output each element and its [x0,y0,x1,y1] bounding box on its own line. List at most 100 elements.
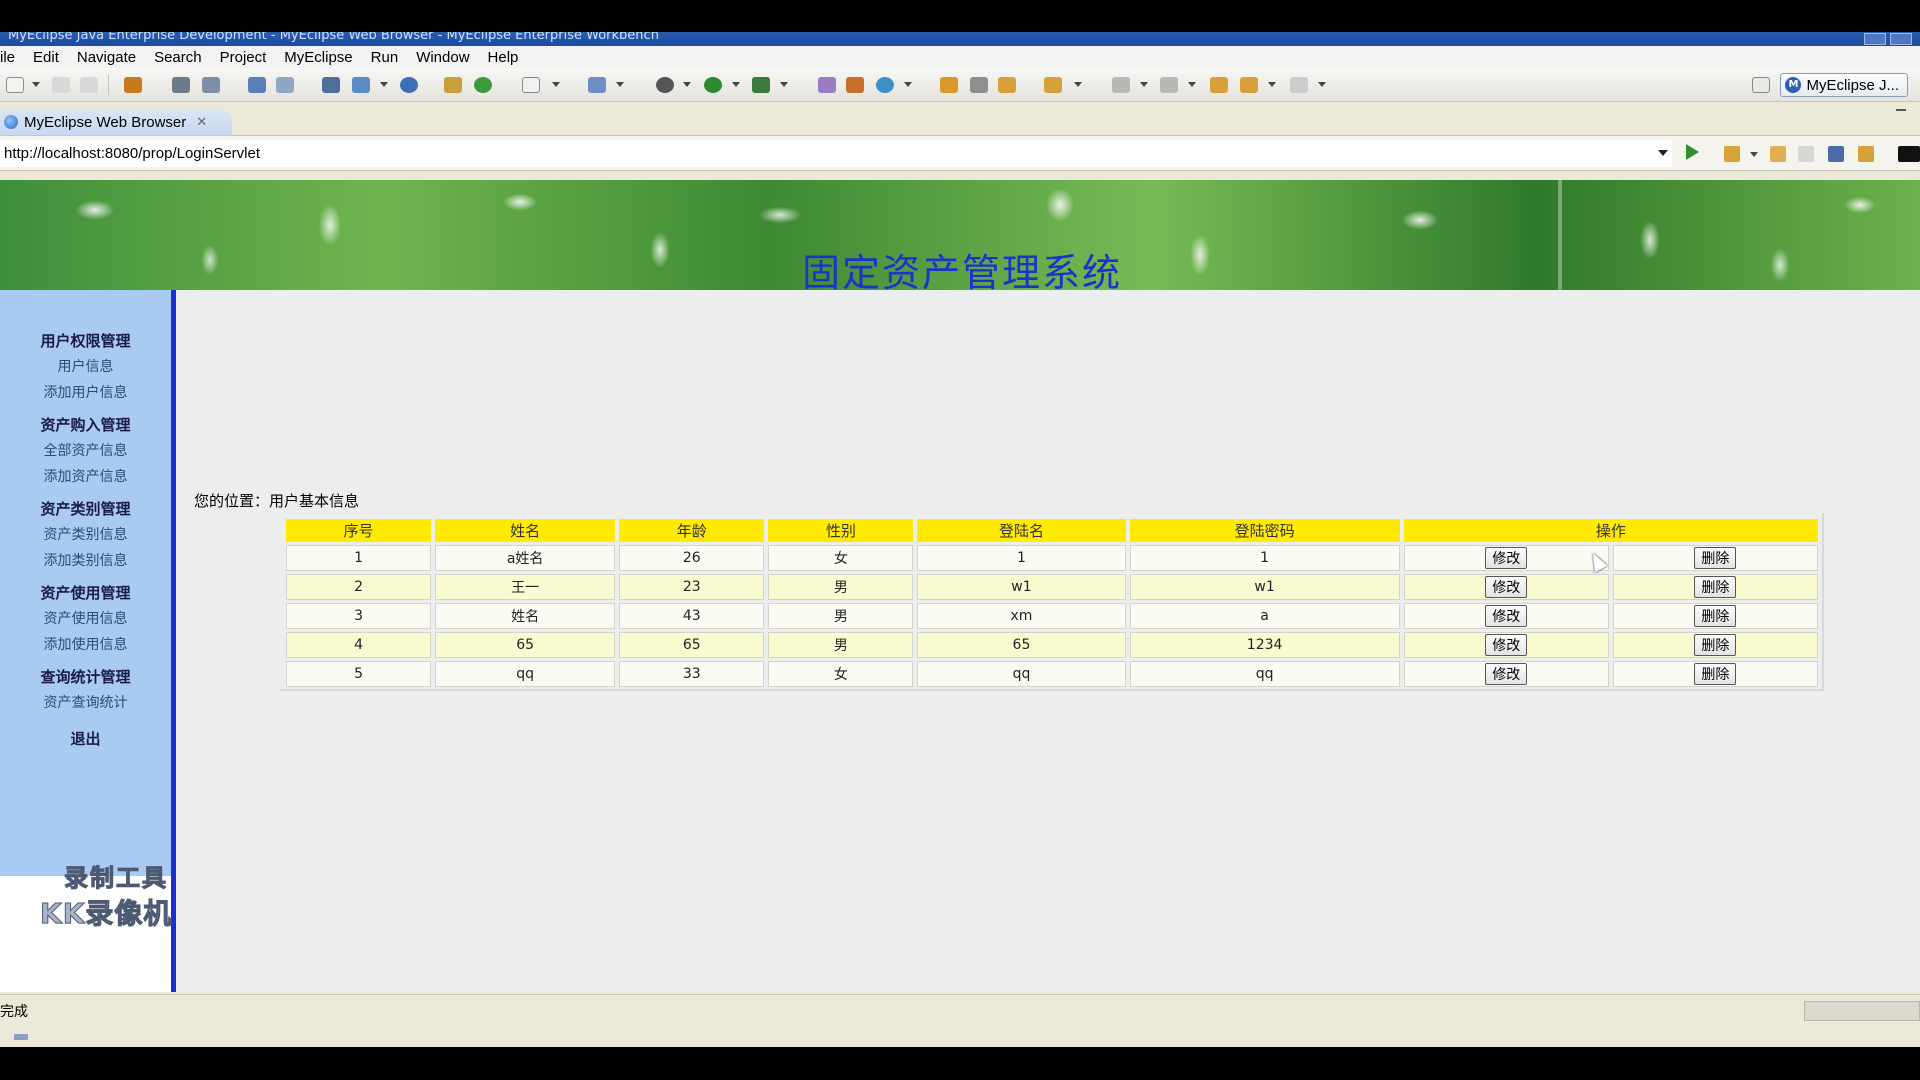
delete-button[interactable]: 删除 [1694,576,1737,598]
go-button[interactable] [1686,144,1699,160]
delete-button[interactable]: 删除 [1694,605,1737,627]
new-dropdown-icon[interactable] [32,82,40,87]
camera-dropdown-icon[interactable] [552,82,560,87]
sidebar-item-all-assets[interactable]: 全部资产信息 [0,440,171,460]
open-resource-icon[interactable] [940,77,958,93]
new-file-icon[interactable] [6,77,24,93]
delete-button[interactable]: 删除 [1694,634,1737,656]
edit-button[interactable]: 修改 [1485,663,1528,685]
prev-annotation-icon[interactable] [1160,77,1178,93]
wizard-search-icon[interactable] [276,77,294,93]
menu-navigate[interactable]: Navigate [68,49,145,66]
cell-name: a姓名 [435,545,616,571]
prev-annotation-dropdown-icon[interactable] [1188,82,1196,87]
menu-edit[interactable]: Edit [24,49,68,66]
external-tools-dropdown-icon[interactable] [780,82,788,87]
fast-view-icon[interactable] [14,1034,28,1040]
back-dropdown-icon[interactable] [1268,82,1276,87]
logout-link[interactable]: 退出 [0,728,171,749]
menu-run[interactable]: Run [362,49,408,66]
watermark-line-1: 录制工具 [64,864,168,893]
forward-icon[interactable] [1290,77,1308,93]
stop-icon[interactable] [1828,146,1844,162]
tab-web-browser[interactable]: MyEclipse Web Browser ✕ [0,109,232,135]
menu-myeclipse[interactable]: MyEclipse [275,49,361,66]
edit-button[interactable]: 修改 [1485,576,1528,598]
back-icon[interactable] [1770,146,1786,162]
sidebar-item-asset-query[interactable]: 资产查询统计 [0,692,171,712]
add-server-icon[interactable] [474,77,492,93]
deploy-icon[interactable] [202,77,220,93]
system-title: 固定资产管理系统 [802,251,1123,290]
delete-button[interactable]: 删除 [1694,663,1737,685]
open-perspective-icon[interactable] [1752,77,1770,93]
class-icon[interactable] [846,77,864,93]
menu-search[interactable]: Search [145,49,211,66]
perspective-button[interactable]: M MyEclipse J... [1780,73,1908,97]
run-icon[interactable] [704,77,722,93]
open-folder-icon[interactable] [444,77,462,93]
print-icon[interactable] [80,77,98,93]
next-annotation-dropdown-icon[interactable] [1140,82,1148,87]
external-tools-icon[interactable] [752,77,770,93]
table-row: 5 qq 33 女 qq qq 修改 删除 [286,661,1818,687]
servers-icon[interactable] [322,77,340,93]
edit-button[interactable]: 修改 [1485,634,1528,656]
minimize-view-icon[interactable] [1896,109,1906,111]
forward-icon[interactable] [1798,146,1814,162]
close-icon[interactable]: ✕ [196,114,207,130]
edit-button[interactable]: 修改 [1485,547,1528,569]
refresh-icon[interactable] [876,77,894,93]
debug-dropdown-icon[interactable] [683,82,691,87]
edit-button[interactable]: 修改 [1485,605,1528,627]
cell-delete: 删除 [1612,661,1818,687]
run-dropdown-icon[interactable] [732,82,740,87]
table-row: 2 王一 23 男 w1 w1 修改 删除 [286,574,1818,600]
sidebar-item-add-asset[interactable]: 添加资产信息 [0,466,171,486]
banner-seam [1558,180,1562,290]
maximize-button[interactable] [1890,33,1912,45]
pencil-icon[interactable] [970,77,988,93]
search-folder-icon[interactable] [1044,77,1062,93]
sidebar-item-category-info[interactable]: 资产类别信息 [0,524,171,544]
refresh-icon[interactable] [1858,146,1874,162]
last-edit-icon[interactable] [1210,77,1228,93]
search-dropdown-icon[interactable] [1074,82,1082,87]
camera-icon[interactable] [522,77,540,93]
debug-server-icon[interactable] [172,77,190,93]
save-icon[interactable] [52,77,70,93]
sidebar-item-add-category[interactable]: 添加类别信息 [0,550,171,570]
forward-dropdown-icon[interactable] [1318,82,1326,87]
delete-button[interactable]: 删除 [1694,547,1737,569]
sidebar-item-user-info[interactable]: 用户信息 [0,356,171,376]
url-input[interactable] [0,140,1672,167]
url-history-dropdown-icon[interactable] [1658,150,1668,156]
next-annotation-icon[interactable] [1112,77,1130,93]
package-icon[interactable] [124,77,142,93]
task-dropdown-icon[interactable] [616,82,624,87]
refresh-dropdown-icon[interactable] [904,82,912,87]
wizard-icon[interactable] [248,77,266,93]
favorites-dropdown-icon[interactable] [1750,152,1758,157]
menu-help[interactable]: Help [479,49,528,66]
menu-file[interactable]: ile [0,49,24,66]
console-icon[interactable] [1898,146,1920,162]
task-icon[interactable] [588,77,606,93]
cell-gender: 男 [768,574,914,600]
perspective-label: MyEclipse J... [1806,76,1899,94]
back-icon[interactable] [1240,77,1258,93]
address-bar [0,135,1920,171]
favorites-icon[interactable] [1724,146,1740,162]
sidebar-item-usage-info[interactable]: 资产使用信息 [0,608,171,628]
export-icon[interactable] [352,77,370,93]
debug-icon[interactable] [656,77,674,93]
folder-icon[interactable] [998,77,1016,93]
menu-project[interactable]: Project [211,49,276,66]
globe-icon[interactable] [400,77,418,93]
sidebar-item-add-usage[interactable]: 添加使用信息 [0,634,171,654]
export-dropdown-icon[interactable] [380,82,388,87]
menu-window[interactable]: Window [407,49,478,66]
sidebar-item-add-user[interactable]: 添加用户信息 [0,382,171,402]
open-type-icon[interactable] [818,77,836,93]
minimize-button[interactable] [1864,33,1886,45]
